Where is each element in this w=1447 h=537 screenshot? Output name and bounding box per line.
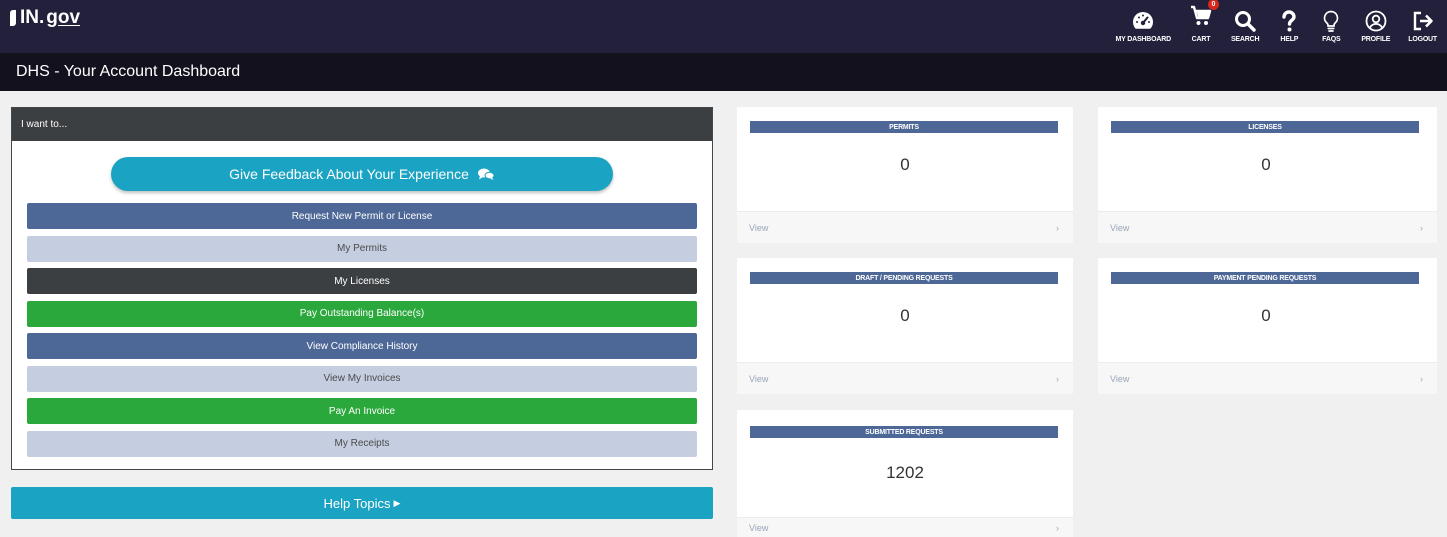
chevron-right-icon: › (1056, 222, 1059, 233)
action-label: My Permits (337, 243, 387, 254)
card-title: PERMITS (750, 121, 1058, 133)
lightbulb-icon (1324, 10, 1339, 32)
view-compliance-history-button[interactable]: View Compliance History (27, 333, 697, 359)
nav-help[interactable]: HELP (1277, 9, 1301, 43)
caret-right-icon: ▶ (393, 497, 401, 508)
profile-icon (1365, 10, 1387, 32)
request-new-permit-button[interactable]: Request New Permit or License (27, 203, 697, 229)
card-view-link[interactable]: View › (737, 211, 1073, 243)
action-label: My Licenses (334, 275, 390, 287)
nav-label: PROFILE (1361, 36, 1391, 43)
my-receipts-button[interactable]: My Receipts (27, 430, 697, 457)
action-label: Request New Permit or License (291, 210, 433, 222)
action-label: View My Invoices (323, 373, 401, 384)
view-label: View (749, 522, 769, 533)
nav-label: SEARCH (1230, 36, 1260, 43)
view-label: View (1110, 222, 1130, 233)
view-my-invoices-button[interactable]: View My Invoices (27, 365, 697, 392)
logo-gov-text: gov (46, 6, 81, 28)
chevron-right-icon: › (1056, 522, 1059, 533)
top-navigation-bar: IN. gov MY DASHBOARD 0 CART SEARCH HELP … (0, 0, 1447, 53)
action-label: Pay Outstanding Balance(s) (299, 308, 425, 319)
card-title: DRAFT / PENDING REQUESTS (750, 272, 1058, 284)
card-title: LICENSES (1111, 121, 1419, 133)
chevron-right-icon: › (1420, 222, 1423, 233)
nav-faqs[interactable]: FAQS (1319, 9, 1343, 43)
chevron-right-icon: › (1056, 373, 1059, 384)
cart-icon-wrap: 0 (1189, 0, 1219, 33)
nav-label: MY DASHBOARD (1115, 36, 1172, 43)
give-feedback-button[interactable]: Give Feedback About Your Experience (111, 157, 613, 191)
view-label: View (749, 373, 769, 384)
card-title: SUBMITTED REQUESTS (750, 426, 1058, 438)
card-count: 1202 (886, 463, 924, 482)
nav-my-dashboard[interactable]: MY DASHBOARD (1116, 9, 1171, 43)
view-label: View (1110, 373, 1130, 384)
card-title: PAYMENT PENDING REQUESTS (1111, 272, 1419, 284)
action-list: Request New Permit or License My Permits… (27, 203, 697, 463)
logout-icon (1413, 11, 1433, 31)
card-count: 0 (900, 155, 910, 174)
card-count: 0 (1261, 306, 1271, 325)
licenses-card: LICENSES 0 View › (1098, 107, 1437, 243)
page-title: DHS - Your Account Dashboard (16, 63, 241, 80)
nav-label: HELP (1280, 36, 1299, 43)
pay-an-invoice-button[interactable]: Pay An Invoice (27, 398, 697, 424)
nav-label: CART (1191, 36, 1211, 43)
give-feedback-label: Give Feedback About Your Experience (229, 166, 469, 182)
i-want-to-panel: I want to... Give Feedback About Your Ex… (11, 107, 713, 470)
payment-pending-requests-card: PAYMENT PENDING REQUESTS 0 View › (1098, 258, 1437, 394)
in-gov-logo[interactable]: IN. gov (10, 7, 80, 29)
card-view-link[interactable]: View › (1098, 362, 1437, 394)
draft-pending-requests-card: DRAFT / PENDING REQUESTS 0 View › (737, 258, 1073, 394)
nav-label: FAQS (1322, 36, 1341, 43)
nav-profile[interactable]: PROFILE (1361, 9, 1390, 43)
action-label: View Compliance History (306, 340, 418, 352)
nav-logout[interactable]: LOGOUT (1408, 9, 1437, 43)
view-label: View (749, 222, 769, 233)
chat-bubbles-icon (477, 168, 495, 180)
card-count: 0 (1261, 155, 1271, 174)
submitted-requests-card: SUBMITTED REQUESTS 1202 View › (737, 410, 1073, 537)
help-topics-button[interactable]: Help Topics ▶ (11, 487, 713, 519)
card-view-link[interactable]: View › (737, 362, 1073, 394)
search-icon (1235, 11, 1256, 32)
nav-search[interactable]: SEARCH (1230, 9, 1260, 43)
my-licenses-button[interactable]: My Licenses (27, 268, 697, 294)
logo-text: IN. (20, 6, 45, 28)
card-view-link[interactable]: View › (1098, 211, 1437, 243)
i-want-to-heading: I want to... (12, 108, 712, 141)
cart-count-badge: 0 (1207, 0, 1219, 10)
nav-label: LOGOUT (1408, 36, 1437, 43)
my-permits-button[interactable]: My Permits (27, 235, 697, 262)
chevron-right-icon: › (1420, 373, 1423, 384)
card-count: 0 (900, 306, 910, 325)
permits-card: PERMITS 0 View › (737, 107, 1073, 243)
dashboard-icon (1133, 12, 1154, 29)
nav-cart[interactable]: 0 CART (1189, 0, 1219, 43)
help-topics-label: Help Topics (323, 495, 391, 511)
header-nav: MY DASHBOARD 0 CART SEARCH HELP FAQS PRO… (1098, 0, 1437, 53)
i-want-to-label: I want to... (21, 119, 68, 130)
help-icon (1282, 10, 1297, 32)
indiana-logo-icon (10, 9, 16, 26)
action-label: My Receipts (334, 438, 390, 449)
page-title-bar: DHS - Your Account Dashboard (0, 53, 1447, 91)
action-label: Pay An Invoice (328, 405, 396, 417)
card-view-link[interactable]: View › (737, 517, 1073, 537)
pay-outstanding-balance-button[interactable]: Pay Outstanding Balance(s) (27, 300, 697, 327)
